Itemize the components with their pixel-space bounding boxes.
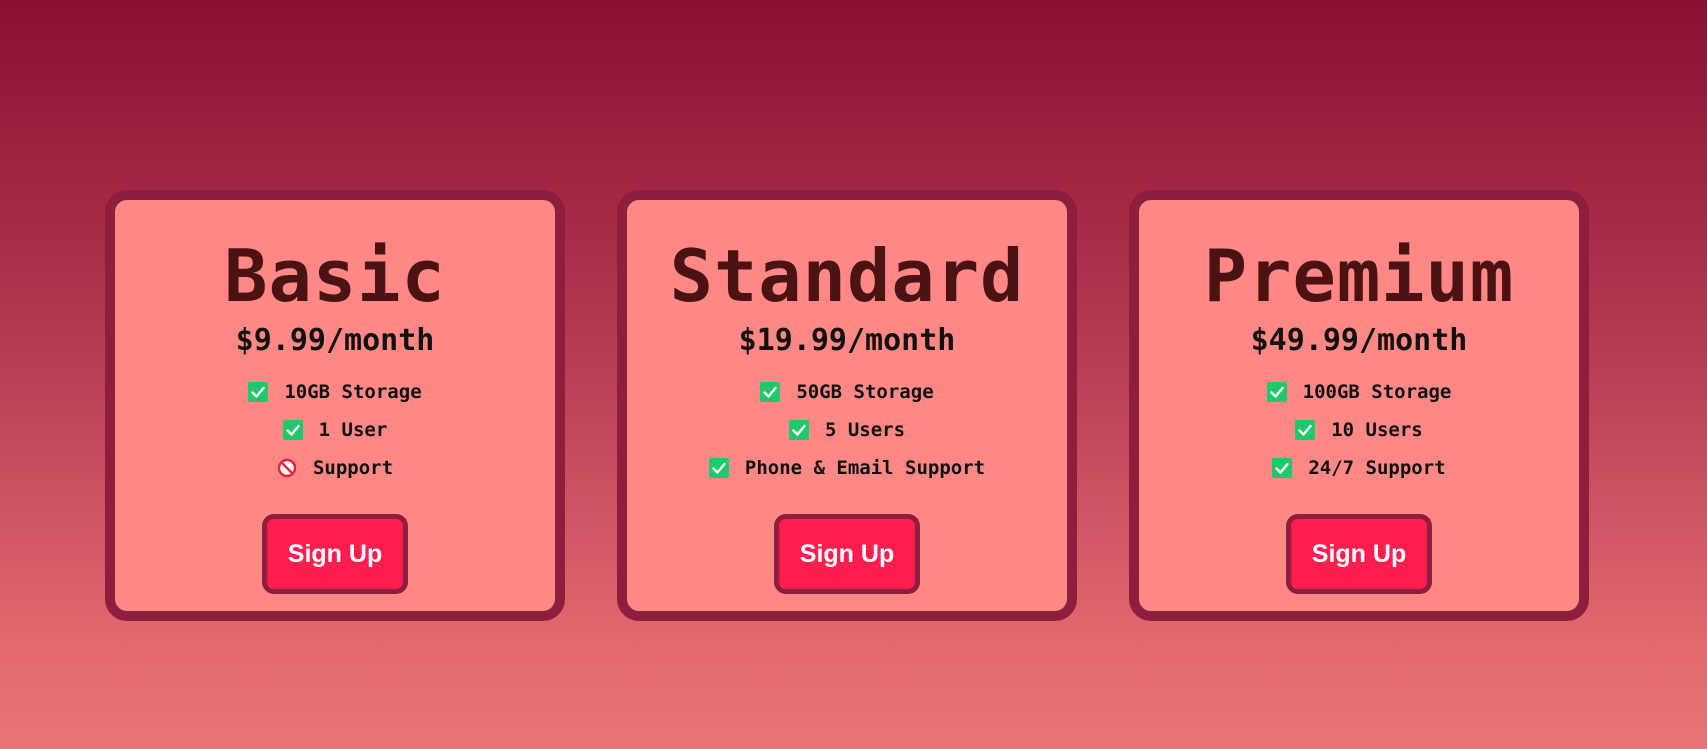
feature-item: 1 User [282,419,388,441]
feature-label: Phone & Email Support [744,457,986,479]
pricing-card-standard: Standard $19.99/month 50GB Storage 5 Use… [617,190,1077,621]
prohibited-icon [277,458,297,478]
check-icon [708,458,729,478]
feature-item: Support [277,458,393,478]
feature-item: 24/7 Support [1272,457,1446,479]
check-icon [788,420,809,440]
feature-label: 50GB Storage [796,381,934,403]
sign-up-button-premium[interactable]: Sign Up [1286,514,1432,594]
plan-price: $9.99/month [235,323,435,358]
plan-name: Premium [1203,234,1515,318]
pricing-cards: Basic $9.99/month 10GB Storage 1 User Su… [105,190,1589,621]
plan-name: Basic [224,234,446,318]
feature-label: 24/7 Support [1308,457,1446,479]
plan-price: $19.99/month [738,323,956,358]
feature-item: 10 Users [1295,420,1423,440]
plan-name: Standard [669,234,1025,318]
feature-item: 5 Users [788,419,906,441]
feature-label: 100GB Storage [1302,381,1452,403]
sign-up-button-basic[interactable]: Sign Up [262,514,408,594]
feature-list: 100GB Storage 10 Users 24/7 Support [1266,381,1452,479]
feature-label: 10 Users [1331,419,1423,441]
check-icon [1272,458,1293,478]
pricing-card-premium: Premium $49.99/month 100GB Storage 10 Us… [1129,190,1589,621]
pricing-card-basic: Basic $9.99/month 10GB Storage 1 User Su… [105,190,565,621]
feature-item: 100GB Storage [1266,381,1452,403]
check-icon [1295,420,1316,440]
feature-item: 10GB Storage [248,381,422,403]
plan-price: $49.99/month [1250,323,1468,358]
check-icon [760,382,781,402]
check-icon [248,382,269,402]
feature-label: 5 Users [824,419,906,441]
feature-item: Phone & Email Support [708,457,986,479]
feature-item: 50GB Storage [760,381,934,403]
feature-label: 10GB Storage [284,381,422,403]
feature-label: 1 User [318,419,388,441]
check-icon [1266,382,1287,402]
check-icon [282,420,303,440]
feature-list: 10GB Storage 1 User Support [248,381,422,478]
sign-up-button-standard[interactable]: Sign Up [774,514,920,594]
feature-label: Support [312,457,394,479]
feature-list: 50GB Storage 5 Users Phone & Email Suppo… [708,381,986,479]
